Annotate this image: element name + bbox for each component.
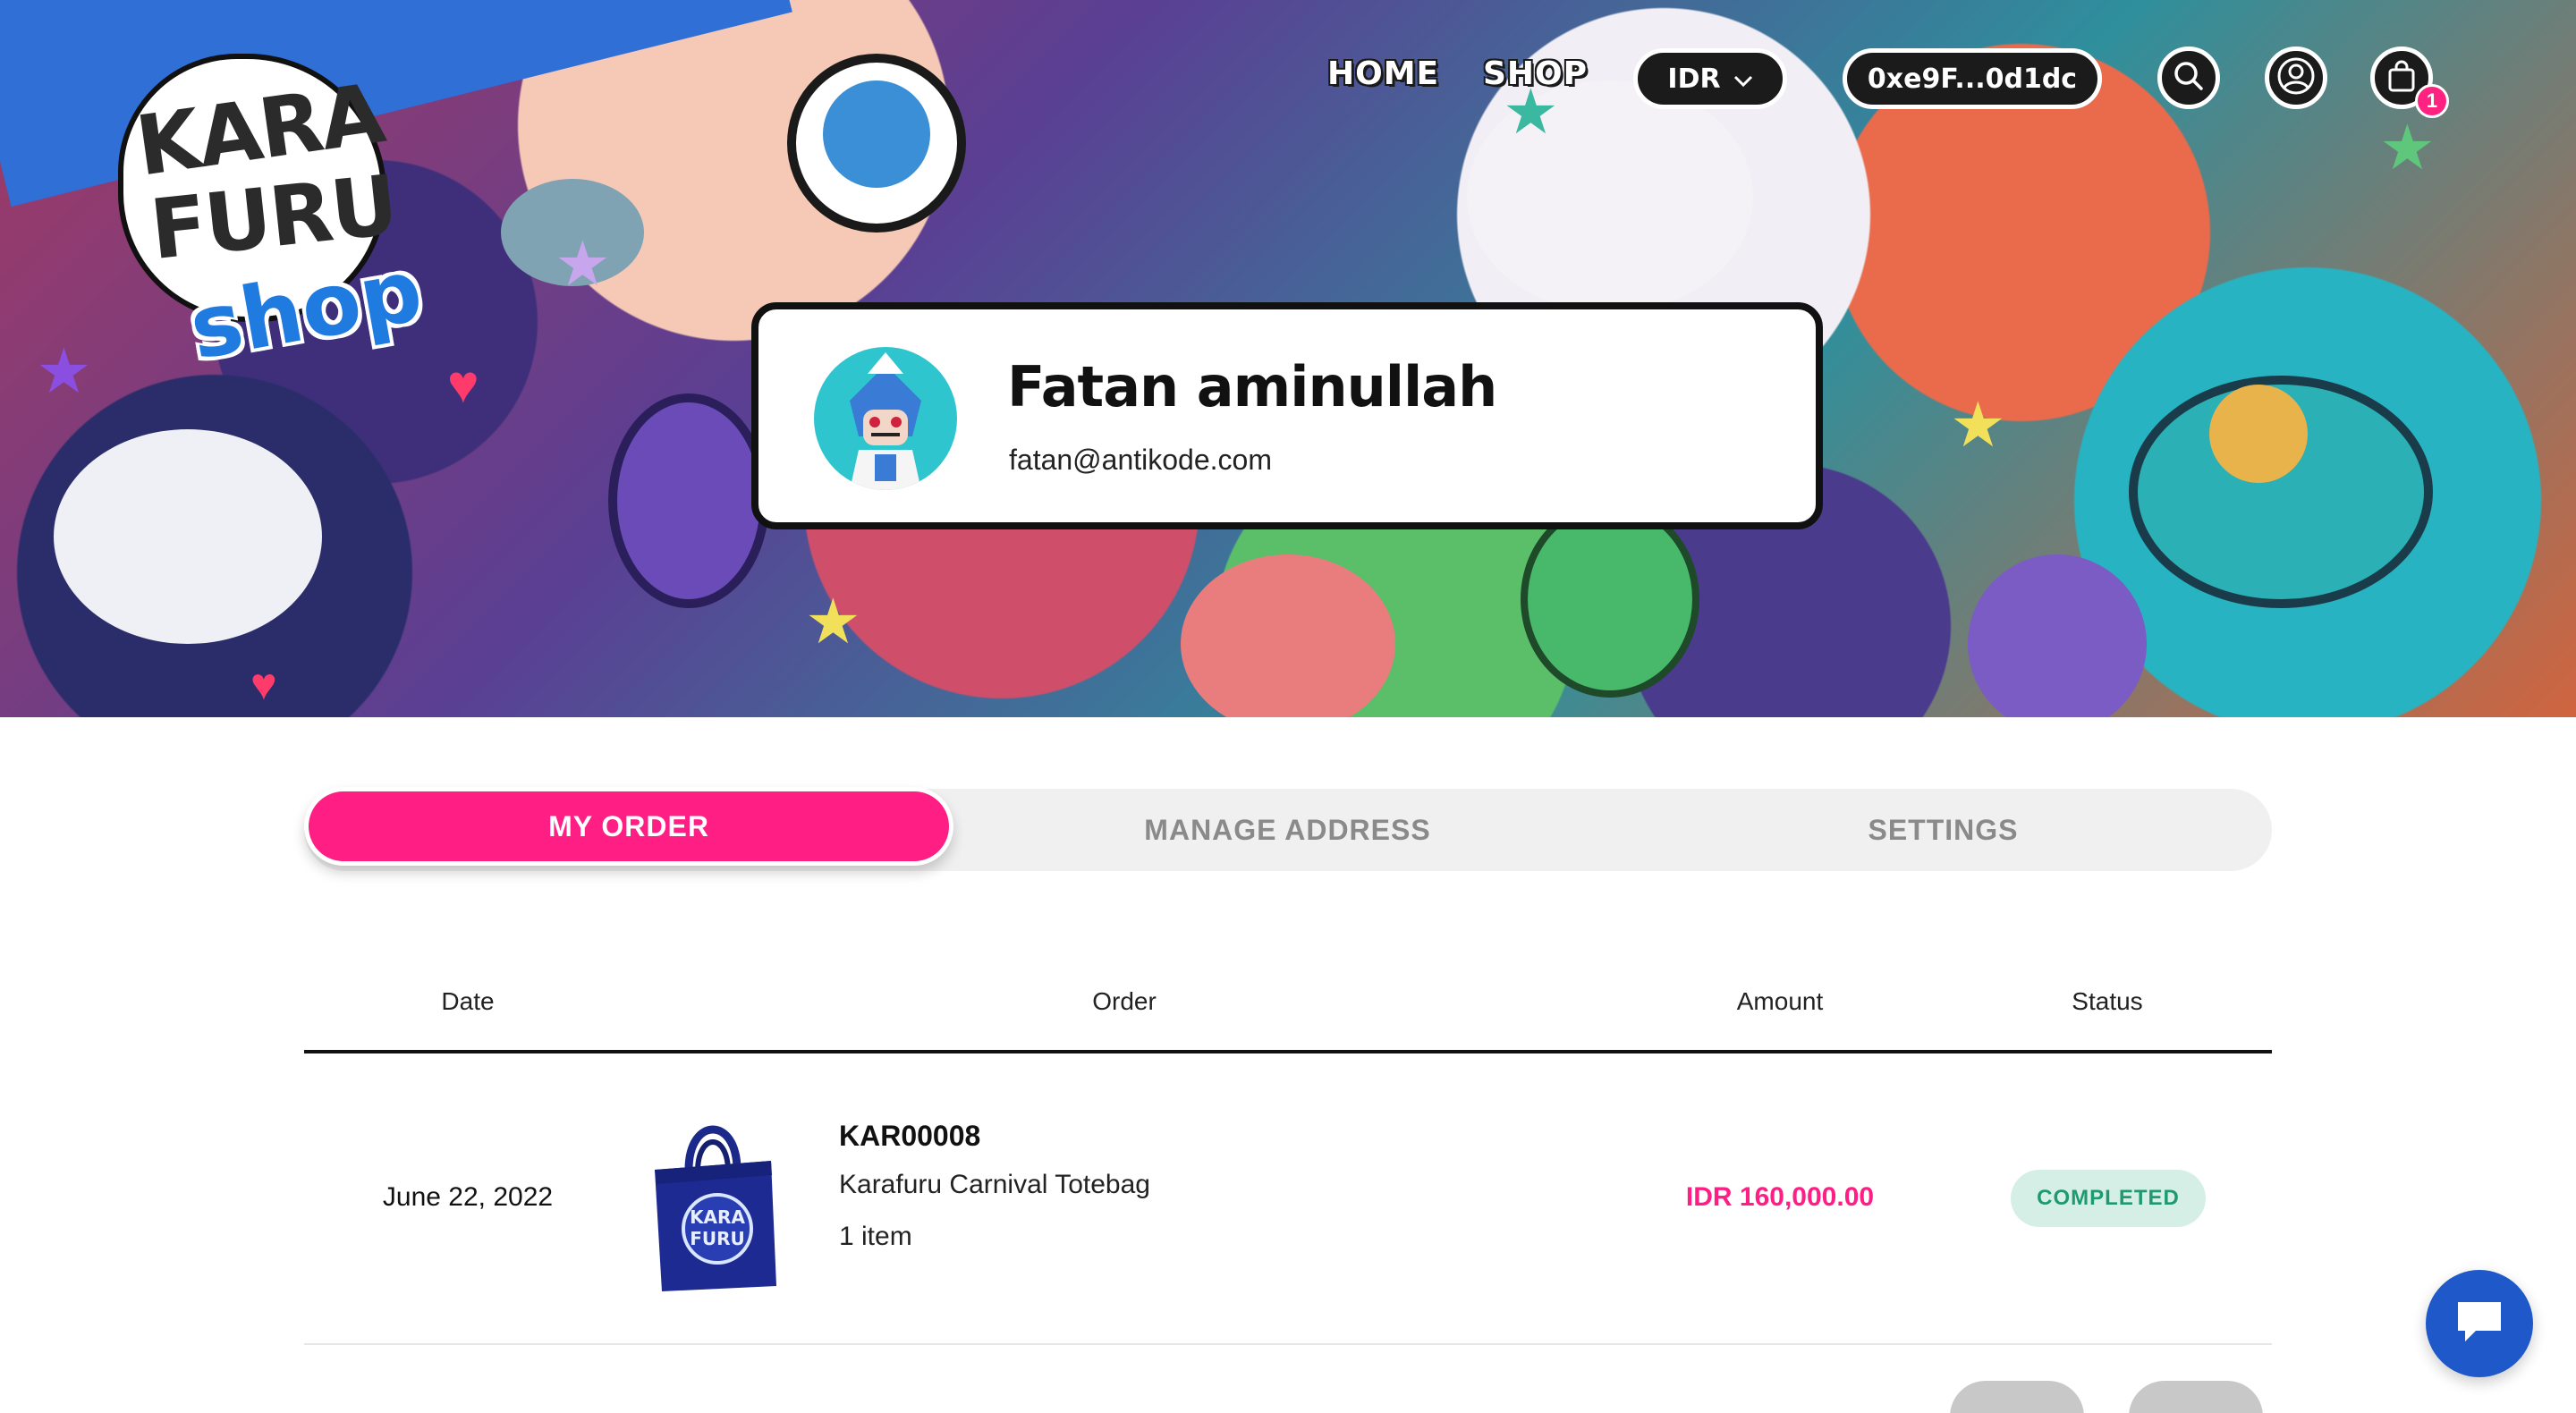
currency-selector[interactable]: IDR <box>1633 48 1787 109</box>
order-id[interactable]: KAR00008 <box>839 1120 980 1153</box>
illustration-shape <box>1181 554 1395 717</box>
profile-email: fatan@antikode.com <box>1009 444 1272 476</box>
row-divider <box>304 1343 2272 1345</box>
table-header-divider <box>304 1050 2272 1053</box>
illustration-shape <box>608 393 769 608</box>
illustration-shape <box>823 80 930 188</box>
star-decoration: ★ <box>805 587 861 656</box>
cart-count-badge: 1 <box>2415 84 2449 118</box>
illustration-shape <box>54 429 322 644</box>
order-quantity: 1 item <box>839 1222 912 1251</box>
svg-text:KARA: KARA <box>690 1206 745 1228</box>
illustration-shape <box>2209 385 2308 483</box>
shopping-bag-icon <box>2384 58 2419 98</box>
pagination-prev-button[interactable] <box>1950 1381 2084 1413</box>
star-decoration: ♥ <box>447 354 479 414</box>
tab-my-order[interactable]: MY ORDER <box>304 787 953 866</box>
status-badge: COMPLETED <box>2011 1170 2206 1227</box>
star-decoration: ★ <box>1950 390 2006 460</box>
account-tabs: MY ORDER MANAGE ADDRESS SETTINGS <box>304 787 2272 871</box>
svg-text:FURU: FURU <box>690 1228 745 1249</box>
karafuru-shop-logo[interactable]: KARA FURU shop <box>111 47 429 379</box>
currency-label: IDR <box>1667 63 1721 95</box>
search-icon <box>2171 58 2207 98</box>
order-product-name: Karafuru Carnival Totebag <box>839 1170 1150 1199</box>
column-header-status: Status <box>2072 987 2143 1015</box>
order-date: June 22, 2022 <box>382 1182 554 1212</box>
wallet-address-button[interactable]: 0xe9F...0d1dc <box>1843 48 2102 109</box>
star-decoration: ★ <box>555 229 611 299</box>
chat-icon <box>2453 1297 2506 1351</box>
avatar <box>814 347 957 490</box>
star-decoration: ★ <box>2379 113 2436 182</box>
chat-button[interactable] <box>2426 1270 2533 1377</box>
star-decoration: ★ <box>36 336 92 406</box>
chevron-down-icon <box>1733 63 1753 95</box>
tab-manage-address[interactable]: MANAGE ADDRESS <box>960 789 1615 871</box>
nav-home-link[interactable]: HOME <box>1327 55 1439 92</box>
nav-shop-link[interactable]: SHOP <box>1483 55 1588 92</box>
wallet-address: 0xe9F...0d1dc <box>1867 63 2078 95</box>
star-decoration: ♥ <box>250 659 277 709</box>
search-button[interactable] <box>2157 47 2220 109</box>
account-button[interactable] <box>2265 47 2327 109</box>
product-thumbnail[interactable]: KARA FURU <box>646 1107 780 1295</box>
profile-name: Fatan aminullah <box>1007 354 1497 419</box>
tab-settings[interactable]: SETTINGS <box>1615 789 2271 871</box>
user-icon <box>2276 56 2316 100</box>
column-header-order: Order <box>1092 987 1157 1015</box>
illustration-shape <box>1521 501 1699 698</box>
profile-card: Fatan aminullah fatan@antikode.com <box>751 302 1823 529</box>
illustration-shape <box>1968 554 2147 717</box>
column-header-date: Date <box>441 987 495 1015</box>
pagination-next-button[interactable] <box>2129 1381 2263 1413</box>
column-header-amount: Amount <box>1736 987 1824 1015</box>
order-amount: IDR 160,000.00 <box>1685 1182 1875 1212</box>
